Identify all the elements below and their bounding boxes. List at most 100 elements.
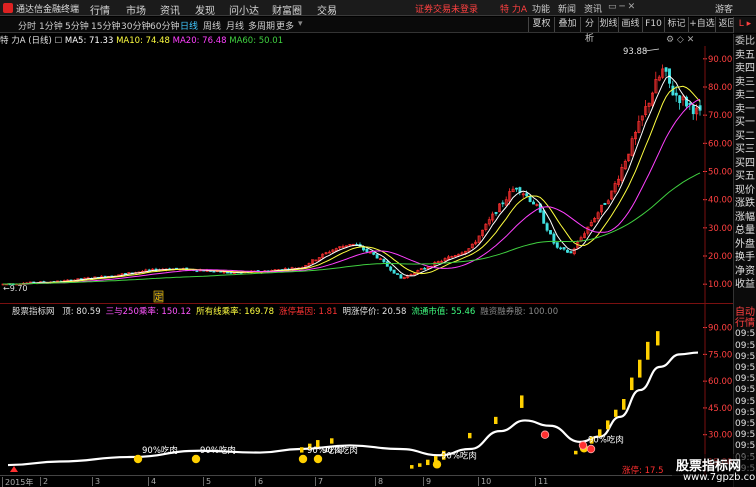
candle-body: [678, 95, 682, 104]
date-tick: 11: [535, 477, 548, 486]
period-30min[interactable]: 30分钟: [121, 19, 150, 32]
stock-name: 特 力A: [0, 36, 26, 46]
legend-toggle-icon[interactable]: ☐: [55, 36, 63, 46]
title-bar: 通达信金融终端 行情 市场 资讯 发现 问小达 财富圈 交易 证券交易未登录 特…: [0, 0, 756, 17]
price-axis-label: 70.00: [708, 111, 732, 121]
min-price-label: ←9.70: [3, 284, 28, 293]
max-price-label: 93.88: [623, 47, 647, 57]
rb-biaoji[interactable]: 标记: [664, 17, 688, 32]
chart-options-icon[interactable]: ⚙ ◇ ✕: [666, 35, 694, 45]
candle-body: [542, 210, 546, 224]
signal-bar: [574, 450, 578, 455]
indicator-chart[interactable]: 90.0075.0060.0045.0030.0015.0090%吃肉90%吃肉…: [0, 304, 733, 475]
rb-f10[interactable]: F10: [642, 17, 664, 32]
indicator-axis-label: 90.00: [708, 324, 732, 334]
tick-time-label: 09:51: [735, 385, 756, 396]
rb-huaxian2[interactable]: 画线: [618, 17, 642, 32]
period-multi[interactable]: 多周期: [248, 19, 275, 32]
signal-bar: [330, 438, 334, 444]
candle-body: [365, 248, 369, 252]
rb-zixuan[interactable]: +自选: [688, 17, 715, 32]
rb-diejia[interactable]: 叠加: [554, 17, 580, 32]
menu-faxian[interactable]: 发现: [195, 2, 215, 17]
ma20-value: MA20: 76.48: [172, 36, 227, 46]
period-60min[interactable]: 60分钟: [150, 19, 179, 32]
watermark-url: www.7gpzb.com: [683, 472, 756, 483]
period-daily[interactable]: 日线: [180, 19, 198, 32]
menu-zixun[interactable]: 资讯: [160, 2, 180, 17]
tick-time-label: 09:52: [735, 363, 756, 373]
candle-body: [195, 270, 199, 272]
ma60-line: [3, 172, 701, 285]
tick-time-label: 09:51: [735, 407, 756, 418]
date-tick: 2: [40, 477, 48, 486]
period-1min[interactable]: 1分钟: [39, 19, 63, 32]
quote-label: 买三: [735, 144, 755, 155]
candle-body: [423, 267, 427, 270]
news-button[interactable]: 新闻: [558, 2, 576, 15]
candle-body: [528, 196, 532, 202]
period-fenshi[interactable]: 分时: [18, 19, 36, 32]
rb-fuquan[interactable]: 夏权: [528, 17, 554, 32]
tick-time-label: 09:51: [735, 419, 756, 429]
menu-hangqing[interactable]: 行情: [90, 2, 110, 17]
ma-legend: 特 力A (日线) ☐ MA5: 71.33 MA10: 74.48 MA20:…: [0, 34, 283, 46]
candle-body: [515, 187, 518, 190]
period-label: (日线): [28, 36, 52, 46]
guest-label[interactable]: 游客: [715, 2, 733, 15]
func-button[interactable]: 功能: [532, 2, 550, 15]
date-tick: 6: [255, 477, 263, 486]
candle-body: [382, 258, 386, 263]
period-monthly[interactable]: 月线: [226, 19, 244, 32]
candle-body: [396, 273, 399, 275]
signal-bar: [468, 432, 472, 439]
menu-jiaoyi[interactable]: 交易: [317, 2, 337, 17]
ding-marker-label: 定: [155, 292, 164, 303]
login-warning[interactable]: 证券交易未登录: [415, 2, 478, 15]
price-axis-label: 30.00: [708, 224, 732, 234]
period-15min[interactable]: 15分钟: [91, 19, 120, 32]
quote-label: 卖四: [735, 63, 755, 74]
quote-label: 卖三: [735, 76, 755, 88]
signal-label: 90%吃肉: [200, 445, 236, 456]
date-tick: 3: [92, 477, 100, 486]
window-buttons-icon[interactable]: ▭ ─ ✕: [608, 2, 635, 12]
candle-body: [525, 193, 529, 197]
signal-bar: [418, 463, 422, 467]
quote-label: 收益: [735, 279, 755, 290]
indicator-axis-label: 60.00: [708, 377, 732, 387]
ma10-value: MA10: 74.48: [116, 36, 170, 46]
tick-time-label: 09:51: [735, 396, 756, 407]
smiley-icon: [298, 454, 308, 464]
indicator-axis-label: 45.00: [708, 404, 732, 414]
signal-bar: [646, 341, 650, 360]
signal-bar: [614, 409, 618, 417]
candle-body: [372, 252, 376, 255]
candle-body: [566, 249, 569, 253]
signal-bar: [520, 395, 524, 408]
level-badge[interactable]: L ▸: [733, 17, 756, 33]
period-weekly[interactable]: 周线: [203, 19, 221, 32]
tick-time-label: 自动: [735, 307, 755, 318]
red-ball-icon: [578, 441, 588, 450]
candle-body: [375, 254, 379, 259]
menu-caifuquan[interactable]: 财富圈: [272, 2, 302, 17]
quote-label: 涨跌: [735, 198, 755, 209]
period-5min[interactable]: 5分钟: [65, 19, 89, 32]
period-more[interactable]: 更多: [276, 19, 294, 32]
ma5-line: [3, 75, 701, 285]
menu-shichang[interactable]: 市场: [126, 2, 146, 17]
period-more-arrow-icon[interactable]: ▾: [298, 19, 303, 29]
rb-fenxi[interactable]: 分析: [580, 17, 598, 44]
tick-time-label: 09:51: [735, 441, 756, 452]
kline-chart[interactable]: 90.00 80.00 70.00 60.00 50.00 40.00 30.00 20.00…: [0, 46, 733, 304]
info-button[interactable]: 资讯: [584, 2, 602, 15]
date-tick: 5: [203, 477, 211, 486]
menu-wenxiaoda[interactable]: 问小达: [229, 2, 259, 17]
candle-body: [399, 274, 403, 279]
signal-label: 90%吃肉: [142, 445, 178, 456]
smiley-icon: [432, 460, 442, 469]
date-tick: 2015年: [2, 477, 33, 487]
rb-huaxian[interactable]: 划线: [598, 17, 618, 32]
zhangting-label: 涨停: 17.5: [622, 465, 664, 475]
